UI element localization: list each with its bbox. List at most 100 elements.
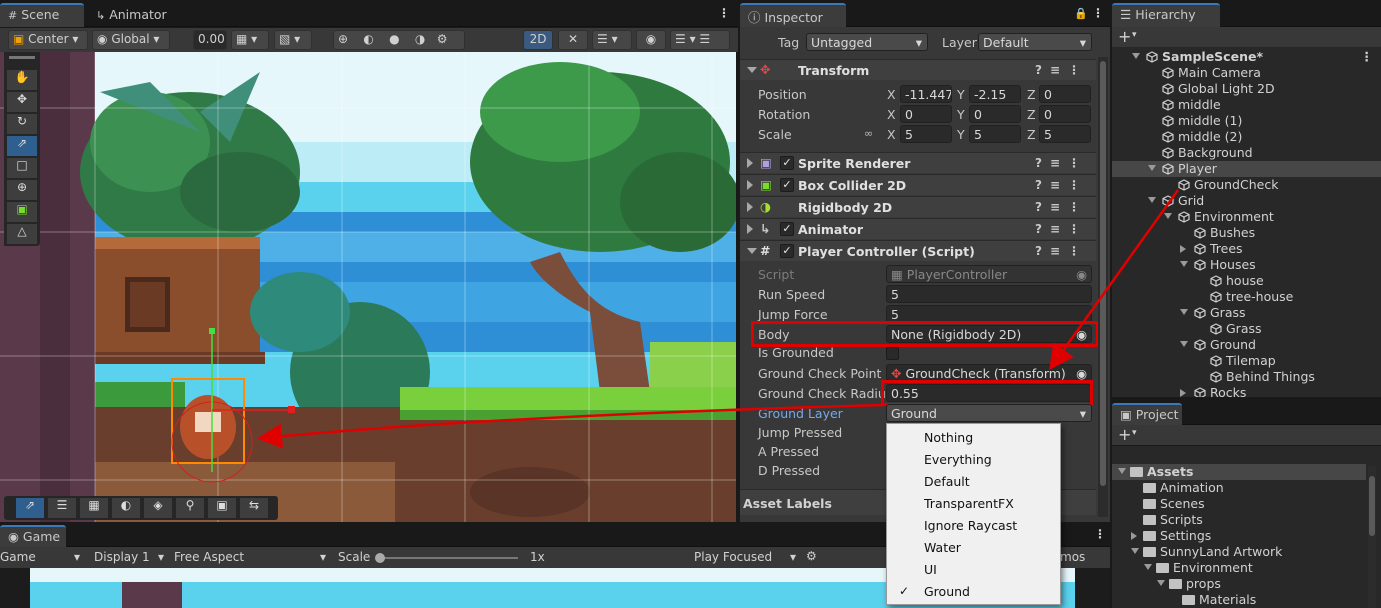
expand-arrow-icon[interactable] bbox=[1180, 389, 1186, 397]
object-picker-icon[interactable]: ◉ bbox=[1076, 267, 1087, 282]
scale-slider[interactable] bbox=[375, 553, 518, 563]
foldout-arrow[interactable] bbox=[747, 202, 753, 212]
play-focused-dropdown[interactable]: Play Focused ▾ bbox=[690, 550, 800, 564]
position-z-field[interactable]: 0 bbox=[1039, 85, 1091, 103]
hierarchy-item[interactable]: GroundCheck bbox=[1112, 177, 1381, 193]
lighting-toggle-button[interactable]: ✕ bbox=[558, 30, 588, 50]
add-object-button[interactable]: + bbox=[1118, 27, 1131, 46]
hand-tool-icon[interactable]: ✋ bbox=[7, 70, 37, 90]
scale-y-field[interactable]: 5 bbox=[969, 125, 1021, 143]
chevron-down-icon[interactable]: ▾ bbox=[1132, 428, 1137, 438]
move-tool-icon[interactable]: ✥ bbox=[7, 92, 37, 112]
add-asset-button[interactable]: + bbox=[1118, 425, 1131, 444]
layers-overlay-icon[interactable]: ◈ bbox=[144, 498, 172, 518]
collapse-arrow-icon[interactable] bbox=[1131, 548, 1139, 554]
project-folder-row[interactable]: Scripts bbox=[1112, 512, 1366, 528]
hierarchy-item[interactable]: Player bbox=[1112, 161, 1381, 177]
player-controller-enabled-checkbox[interactable]: ✓ bbox=[780, 244, 794, 258]
project-folder-row[interactable]: SunnyLand Artwork bbox=[1112, 544, 1366, 560]
snap-value-field[interactable]: 0.00 bbox=[193, 30, 227, 50]
layer-option[interactable]: UI bbox=[924, 562, 937, 577]
collapse-arrow-icon[interactable] bbox=[1118, 468, 1126, 474]
scale-z-field[interactable]: 5 bbox=[1039, 125, 1091, 143]
component-header-icons[interactable]: ?≡⋮ bbox=[1035, 222, 1088, 236]
project-folder-row[interactable]: Scenes bbox=[1112, 496, 1366, 512]
increment-snap-button[interactable]: ▧ ▾ bbox=[274, 30, 312, 50]
hierarchy-item[interactable]: Tilemap bbox=[1112, 353, 1381, 369]
hierarchy-item[interactable]: Main Camera bbox=[1112, 65, 1381, 81]
component-header-icons[interactable]: ?≡⋮ bbox=[1035, 63, 1088, 77]
collapse-arrow-icon[interactable] bbox=[1180, 341, 1188, 347]
hierarchy-item[interactable]: middle (1) bbox=[1112, 113, 1381, 129]
project-scrollbar-thumb[interactable] bbox=[1369, 476, 1375, 536]
mode-2d-button[interactable]: 2D bbox=[523, 30, 553, 50]
rotation-x-field[interactable]: 0 bbox=[900, 105, 952, 123]
inspector-scrollbar[interactable] bbox=[1098, 57, 1108, 517]
camera-icon[interactable]: ▣ bbox=[208, 498, 236, 518]
hierarchy-item[interactable]: Grass bbox=[1112, 305, 1381, 321]
hierarchy-item[interactable]: Trees bbox=[1112, 241, 1381, 257]
game-menu-icon[interactable]: ⋮ bbox=[1094, 527, 1106, 541]
inspector-menu-icon[interactable]: ⋮ bbox=[1092, 6, 1104, 20]
layer-option[interactable]: Ground bbox=[924, 584, 970, 599]
shuffle-icon[interactable]: ⇆ bbox=[240, 498, 268, 518]
drag-handle[interactable] bbox=[9, 56, 35, 59]
lock-icon[interactable]: 🔒 bbox=[1074, 7, 1088, 20]
hierarchy-item[interactable]: middle (2) bbox=[1112, 129, 1381, 145]
tab-animator[interactable]: ↳ Animator bbox=[88, 3, 175, 27]
component-header-icons[interactable]: ?≡⋮ bbox=[1035, 178, 1088, 192]
run-speed-field[interactable]: 5 bbox=[886, 285, 1092, 303]
search-icon[interactable]: ⚲ bbox=[176, 498, 204, 518]
scene-menu-icon[interactable]: ⋮ bbox=[1361, 49, 1374, 64]
component-header-icons[interactable]: ?≡⋮ bbox=[1035, 156, 1088, 170]
rotate-tool-icon[interactable]: ↻ bbox=[7, 114, 37, 134]
box-collider-enabled-checkbox[interactable]: ✓ bbox=[780, 178, 794, 192]
project-folder-row[interactable]: Assets bbox=[1112, 464, 1366, 480]
collapse-arrow-icon[interactable] bbox=[1148, 165, 1156, 171]
hierarchy-item[interactable]: Houses bbox=[1112, 257, 1381, 273]
project-folder-row[interactable]: Animation bbox=[1112, 480, 1366, 496]
grid-snap-button[interactable]: ▦ ▾ bbox=[231, 30, 269, 50]
hierarchy-item[interactable]: Bushes bbox=[1112, 225, 1381, 241]
chevron-down-icon[interactable]: ▾ bbox=[1132, 30, 1137, 40]
layer-option[interactable]: TransparentFX bbox=[924, 496, 1014, 511]
hierarchy-item[interactable]: Ground bbox=[1112, 337, 1381, 353]
sprite-renderer-header[interactable]: ▣ ✓ Sprite Renderer ?≡⋮ bbox=[740, 152, 1096, 173]
project-folder-row[interactable]: props bbox=[1112, 576, 1366, 592]
scene-view[interactable]: ✋ ✥ ↻ ⇗ □ ⊕ ▣ △ ⇗ ☰ ▦ ◐ ◈ ⚲ ▣ ⇆ bbox=[0, 52, 736, 522]
transform-tool-icon[interactable]: ⊕ bbox=[7, 180, 37, 200]
custom-tool-icon[interactable]: △ bbox=[7, 224, 37, 244]
bug-icon[interactable]: ⚙ bbox=[806, 549, 817, 563]
game-mode-dropdown[interactable]: Game ▾ bbox=[0, 550, 84, 564]
foldout-arrow[interactable] bbox=[747, 180, 753, 190]
ground-layer-dropdown[interactable]: Ground ▾ bbox=[886, 404, 1092, 422]
box-collider-header[interactable]: ▣ ✓ Box Collider 2D ?≡⋮ bbox=[740, 174, 1096, 195]
component-header-icons[interactable]: ?≡⋮ bbox=[1035, 244, 1088, 258]
tab-scene[interactable]: # Scene bbox=[0, 3, 84, 27]
player-controller-header[interactable]: # ✓ Player Controller (Script) ?≡⋮ bbox=[740, 240, 1096, 261]
project-folder-row[interactable]: Environment bbox=[1112, 560, 1366, 576]
hierarchy-item[interactable]: Behind Things bbox=[1112, 369, 1381, 385]
collapse-arrow-icon[interactable] bbox=[1180, 309, 1188, 315]
hierarchy-item[interactable]: Grid bbox=[1112, 193, 1381, 209]
animator-header[interactable]: ↳ ✓ Animator ?≡⋮ bbox=[740, 218, 1096, 239]
collapse-arrow-icon[interactable] bbox=[1180, 261, 1188, 267]
is-grounded-checkbox[interactable] bbox=[886, 347, 899, 360]
hierarchy-item[interactable]: house bbox=[1112, 273, 1381, 289]
grid-paint-icon[interactable]: ▦ bbox=[80, 498, 108, 518]
foldout-arrow[interactable] bbox=[747, 224, 753, 234]
scale-x-field[interactable]: 5 bbox=[900, 125, 952, 143]
layers-dropdown[interactable]: ☰ ▾ ☰ bbox=[670, 30, 730, 50]
display-dropdown[interactable]: Display 1 ▾ bbox=[88, 550, 168, 564]
rect-tool-icon[interactable]: □ bbox=[7, 158, 37, 178]
pivot-dropdown[interactable]: ▣ Center ▾ bbox=[8, 30, 88, 50]
component-header-icons[interactable]: ?≡⋮ bbox=[1035, 200, 1088, 214]
transform-header[interactable]: ✥ Transform ?≡⋮ bbox=[740, 59, 1096, 80]
collapse-arrow-icon[interactable] bbox=[1144, 564, 1152, 570]
inspector-scrollbar-thumb[interactable] bbox=[1100, 61, 1106, 486]
collider-edit-icon[interactable]: ▣ bbox=[7, 202, 37, 222]
project-scrollbar[interactable] bbox=[1368, 466, 1376, 608]
hierarchy-item[interactable]: Background bbox=[1112, 145, 1381, 161]
draw-mode-group[interactable]: ⊕ ◐ ● ◑ ⚙ bbox=[333, 30, 465, 50]
rotation-z-field[interactable]: 0 bbox=[1039, 105, 1091, 123]
